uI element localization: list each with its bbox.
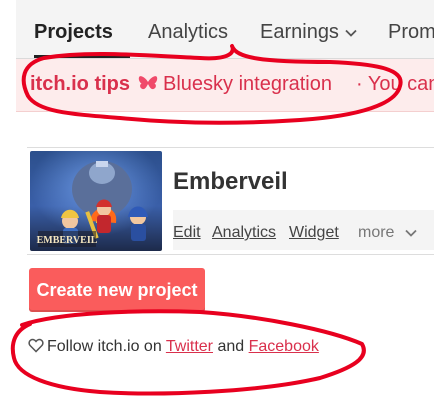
game-title-link[interactable]: Emberveil bbox=[173, 168, 288, 196]
dashboard-page: Projects Analytics Earnings Prom itch.io… bbox=[0, 0, 434, 401]
edit-link[interactable]: Edit bbox=[173, 224, 201, 242]
heart-icon bbox=[28, 338, 44, 353]
follow-prefix: Follow itch.io on bbox=[47, 338, 162, 355]
follow-itchio-line: Follow itch.io on Twitter and Facebook bbox=[28, 338, 319, 356]
tips-trailing-text: You can us bbox=[367, 73, 434, 95]
tab-earnings[interactable]: Earnings bbox=[260, 21, 357, 44]
widget-link[interactable]: Widget bbox=[289, 224, 339, 242]
tab-earnings-label: Earnings bbox=[260, 21, 339, 43]
chevron-down-icon bbox=[405, 229, 417, 237]
tab-projects[interactable]: Projects bbox=[34, 21, 113, 44]
tips-separator: · bbox=[356, 73, 363, 95]
chevron-down-icon bbox=[345, 29, 357, 37]
active-tab-indicator bbox=[34, 55, 130, 58]
analytics-link[interactable]: Analytics bbox=[212, 224, 276, 242]
more-label: more bbox=[358, 224, 395, 241]
facebook-link[interactable]: Facebook bbox=[249, 338, 319, 355]
cover-logo-text: EMBERVEIL bbox=[37, 235, 98, 246]
tab-promotion[interactable]: Prom bbox=[388, 21, 434, 44]
game-actions-bar: Edit Analytics Widget more bbox=[173, 210, 434, 250]
create-new-project-button[interactable]: Create new project bbox=[29, 268, 205, 312]
follow-and: and bbox=[217, 338, 245, 355]
bluesky-integration-link[interactable]: Bluesky integration bbox=[138, 73, 332, 96]
tips-trailing: · You can us bbox=[356, 73, 434, 96]
tips-label: itch.io tips bbox=[30, 73, 130, 95]
twitter-link[interactable]: Twitter bbox=[166, 338, 213, 355]
butterfly-icon bbox=[138, 76, 158, 90]
tips-bar: itch.io tips Bluesky integration · You c… bbox=[16, 59, 434, 112]
more-menu[interactable]: more bbox=[358, 224, 417, 242]
tab-analytics[interactable]: Analytics bbox=[148, 21, 228, 44]
dashboard-nav: Projects Analytics Earnings Prom bbox=[16, 0, 434, 59]
bluesky-integration-text: Bluesky integration bbox=[163, 73, 332, 95]
game-card: EMBERVEIL Emberveil Edit Analytics Widge… bbox=[27, 147, 434, 255]
game-cover-image[interactable]: EMBERVEIL bbox=[30, 151, 162, 251]
